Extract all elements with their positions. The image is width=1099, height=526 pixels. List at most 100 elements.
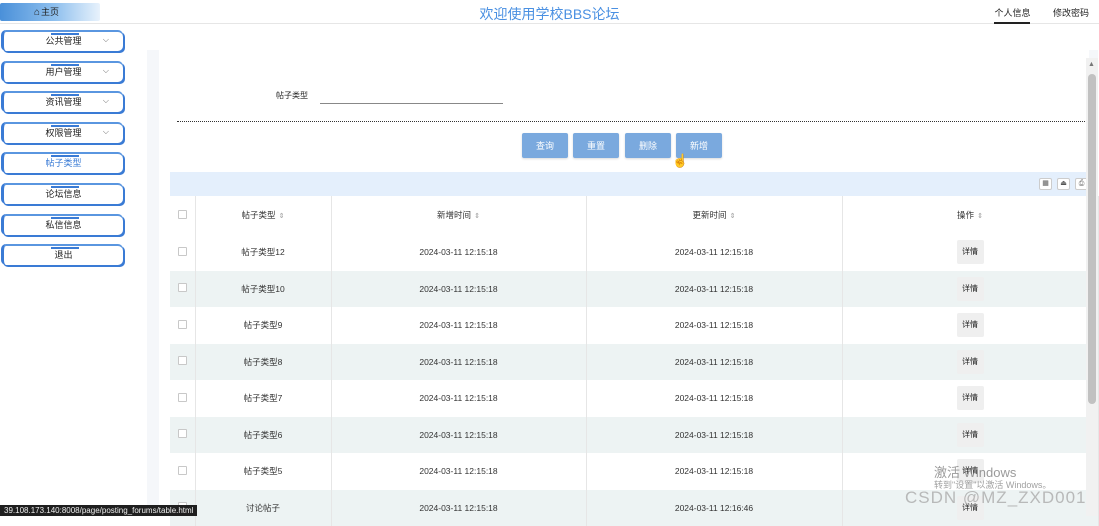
csdn-watermark: CSDN @MZ_ZXD001	[905, 488, 1087, 508]
sidebar-item-permissions[interactable]: 权限管理 ⌵	[1, 122, 123, 143]
post-type-cell: 帖子类型6	[195, 417, 331, 454]
select-all-checkbox[interactable]	[178, 210, 187, 219]
scroll-up-icon[interactable]: ▲	[1088, 61, 1095, 68]
sidebar-item-post-types[interactable]: 帖子类型	[1, 152, 123, 173]
header-label: 更新时间	[693, 210, 727, 220]
updated-time-cell: 2024-03-11 12:15:18	[586, 380, 842, 417]
chevron-down-icon: ⌵	[103, 127, 109, 137]
item-accent-bar	[51, 33, 79, 35]
sidebar-item-label: 用户管理	[45, 65, 81, 78]
sidebar-item-label: 帖子类型	[45, 156, 81, 169]
table-toolbar: ▦ ⏏ ⎙	[170, 172, 1098, 196]
sidebar-item-label: 权限管理	[45, 126, 81, 139]
top-links: 个人信息 修改密码	[974, 6, 1089, 24]
post-type-cell: 帖子类型12	[195, 234, 331, 271]
detail-button[interactable]: 详情	[957, 350, 984, 374]
created-time-cell: 2024-03-11 12:15:18	[331, 234, 586, 271]
sort-icon[interactable]: ⇕	[730, 213, 736, 220]
detail-button[interactable]: 详情	[957, 240, 984, 264]
chevron-down-icon: ⌵	[103, 35, 109, 45]
detail-button[interactable]: 详情	[957, 277, 984, 301]
updated-time-cell: 2024-03-11 12:15:18	[586, 234, 842, 271]
row-checkbox[interactable]	[178, 283, 187, 292]
row-checkbox[interactable]	[178, 320, 187, 329]
detail-button[interactable]: 详情	[957, 386, 984, 410]
row-select-cell[interactable]	[170, 453, 195, 490]
row-select-cell[interactable]	[170, 271, 195, 308]
created-time-cell: 2024-03-11 12:15:18	[331, 380, 586, 417]
chevron-down-icon: ⌵	[103, 96, 109, 106]
row-checkbox[interactable]	[178, 356, 187, 365]
header-actions[interactable]: 操作⇕	[842, 196, 1098, 234]
row-select-cell[interactable]	[170, 380, 195, 417]
content-panel: 帖子类型 查询 重置 删除 新增 ☝ ▦ ⏏ ⎙ 帖子类型⇕ 新增时间⇕ 更新时…	[159, 50, 1089, 516]
sidebar-item-label: 资讯管理	[45, 95, 81, 108]
created-time-cell: 2024-03-11 12:15:18	[331, 271, 586, 308]
query-button[interactable]: 查询	[522, 133, 568, 158]
profile-link[interactable]: 个人信息	[994, 6, 1030, 24]
scrollbar-thumb[interactable]	[1088, 74, 1096, 404]
post-type-cell: 帖子类型9	[195, 307, 331, 344]
export-icon[interactable]: ⏏	[1057, 178, 1070, 190]
columns-icon[interactable]: ▦	[1039, 178, 1052, 190]
post-type-cell: 帖子类型8	[195, 344, 331, 381]
row-select-cell[interactable]	[170, 234, 195, 271]
delete-button[interactable]: 删除	[625, 133, 671, 158]
detail-button[interactable]: 详情	[957, 423, 984, 447]
sidebar-item-messages[interactable]: 私信信息	[1, 214, 123, 235]
actions-cell: 详情	[842, 307, 1098, 344]
page-scrollbar[interactable]: ▲	[1086, 58, 1098, 516]
row-checkbox[interactable]	[178, 247, 187, 256]
updated-time-cell: 2024-03-11 12:15:18	[586, 417, 842, 454]
row-select-cell[interactable]	[170, 307, 195, 344]
detail-button[interactable]: 详情	[957, 313, 984, 337]
sidebar-item-label: 论坛信息	[45, 187, 81, 200]
sidebar-item-logout[interactable]: 退出	[1, 244, 123, 265]
created-time-cell: 2024-03-11 12:15:18	[331, 490, 586, 526]
created-time-cell: 2024-03-11 12:15:18	[331, 307, 586, 344]
header-post-type[interactable]: 帖子类型⇕	[195, 196, 331, 234]
updated-time-cell: 2024-03-11 12:16:46	[586, 490, 842, 526]
row-select-cell[interactable]	[170, 344, 195, 381]
post-type-cell: 讨论帖子	[195, 490, 331, 526]
sidebar-item-forum-info[interactable]: 论坛信息	[1, 183, 123, 204]
sidebar-item-users[interactable]: 用户管理⌵	[1, 61, 123, 82]
header-updated-time[interactable]: 更新时间⇕	[586, 196, 842, 234]
created-time-cell: 2024-03-11 12:15:18	[331, 417, 586, 454]
sidebar-item-public[interactable]: 公共管理 ⌵	[1, 30, 123, 51]
sort-icon[interactable]: ⇕	[977, 213, 983, 220]
actions-cell: 详情	[842, 271, 1098, 308]
search-label: 帖子类型	[276, 90, 308, 101]
post-type-cell: 帖子类型10	[195, 271, 331, 308]
actions-cell: 详情	[842, 234, 1098, 271]
row-checkbox[interactable]	[178, 393, 187, 402]
row-checkbox[interactable]	[178, 429, 187, 438]
post-type-cell: 帖子类型7	[195, 380, 331, 417]
updated-time-cell: 2024-03-11 12:15:18	[586, 307, 842, 344]
header-created-time[interactable]: 新增时间⇕	[331, 196, 586, 234]
reset-button[interactable]: 重置	[573, 133, 619, 158]
item-accent-bar	[51, 217, 79, 219]
sort-icon[interactable]: ⇕	[279, 213, 285, 220]
sidebar-item-news[interactable]: 资讯管理 ⌵	[1, 91, 123, 112]
post-type-search-input[interactable]	[320, 88, 503, 104]
updated-time-cell: 2024-03-11 12:15:18	[586, 271, 842, 308]
select-all-cell[interactable]	[170, 196, 195, 234]
item-accent-bar	[51, 155, 79, 157]
top-bar: ⌂主页 欢迎使用学校BBS论坛 个人信息 修改密码	[0, 0, 1099, 24]
item-accent-bar	[51, 94, 79, 96]
row-checkbox[interactable]	[178, 466, 187, 475]
change-password-link[interactable]: 修改密码	[1053, 6, 1089, 22]
actions-cell: 详情	[842, 417, 1098, 454]
table-row: 帖子类型92024-03-11 12:15:182024-03-11 12:15…	[170, 307, 1098, 344]
table-row: 帖子类型62024-03-11 12:15:182024-03-11 12:15…	[170, 417, 1098, 454]
actions-cell: 详情	[842, 380, 1098, 417]
sort-icon[interactable]: ⇕	[474, 213, 480, 220]
table-header-row: 帖子类型⇕ 新增时间⇕ 更新时间⇕ 操作⇕	[170, 196, 1098, 234]
header-label: 帖子类型	[242, 210, 276, 220]
row-select-cell[interactable]	[170, 417, 195, 454]
updated-time-cell: 2024-03-11 12:15:18	[586, 344, 842, 381]
header-label: 新增时间	[437, 210, 471, 220]
sidebar-item-label: 公共管理	[45, 34, 81, 47]
hand-cursor-icon: ☝	[672, 153, 688, 169]
